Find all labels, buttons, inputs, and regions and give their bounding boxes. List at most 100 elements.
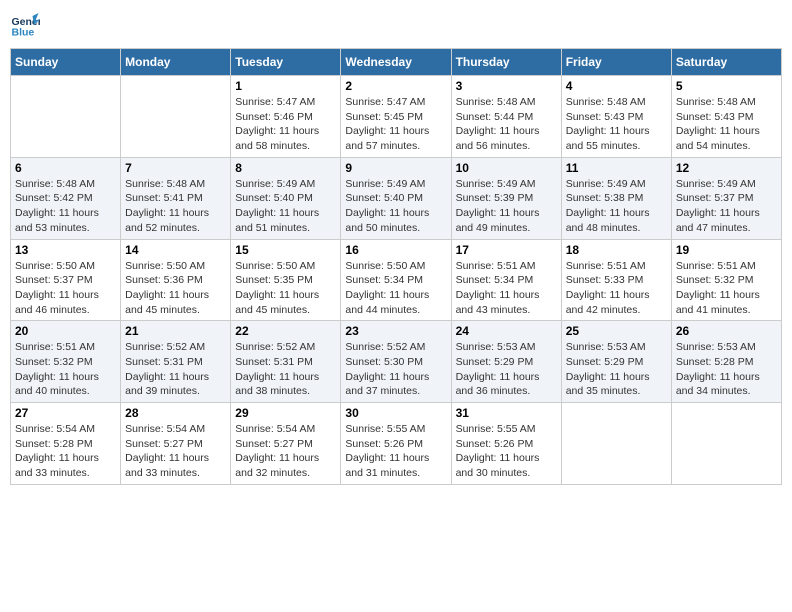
calendar-cell: 14 Sunrise: 5:50 AM Sunset: 5:36 PM Dayli… bbox=[121, 239, 231, 321]
day-info: Sunrise: 5:47 AM Sunset: 5:45 PM Dayligh… bbox=[345, 95, 446, 154]
day-number: 24 bbox=[456, 324, 557, 338]
day-info: Sunrise: 5:50 AM Sunset: 5:37 PM Dayligh… bbox=[15, 259, 116, 318]
weekday-header: Sunday bbox=[11, 49, 121, 76]
calendar-cell: 29 Sunrise: 5:54 AM Sunset: 5:27 PM Dayli… bbox=[231, 403, 341, 485]
day-info: Sunrise: 5:54 AM Sunset: 5:27 PM Dayligh… bbox=[235, 422, 336, 481]
calendar-cell: 16 Sunrise: 5:50 AM Sunset: 5:34 PM Dayli… bbox=[341, 239, 451, 321]
day-info: Sunrise: 5:48 AM Sunset: 5:44 PM Dayligh… bbox=[456, 95, 557, 154]
calendar-cell: 23 Sunrise: 5:52 AM Sunset: 5:30 PM Dayli… bbox=[341, 321, 451, 403]
calendar-week-row: 1Sunrise: 5:47 AM Sunset: 5:46 PM Daylig… bbox=[11, 76, 782, 158]
day-number: 16 bbox=[345, 243, 446, 257]
logo: General Blue bbox=[10, 10, 44, 40]
weekday-header: Monday bbox=[121, 49, 231, 76]
day-info: Sunrise: 5:55 AM Sunset: 5:26 PM Dayligh… bbox=[345, 422, 446, 481]
day-number: 2 bbox=[345, 79, 446, 93]
day-info: Sunrise: 5:54 AM Sunset: 5:28 PM Dayligh… bbox=[15, 422, 116, 481]
day-info: Sunrise: 5:51 AM Sunset: 5:33 PM Dayligh… bbox=[566, 259, 667, 318]
day-number: 7 bbox=[125, 161, 226, 175]
day-info: Sunrise: 5:52 AM Sunset: 5:30 PM Dayligh… bbox=[345, 340, 446, 399]
calendar-cell: 3 Sunrise: 5:48 AM Sunset: 5:44 PM Daylig… bbox=[451, 76, 561, 158]
day-number: 28 bbox=[125, 406, 226, 420]
calendar-cell: 15 Sunrise: 5:50 AM Sunset: 5:35 PM Dayli… bbox=[231, 239, 341, 321]
day-number: 10 bbox=[456, 161, 557, 175]
day-number: 21 bbox=[125, 324, 226, 338]
page-header: General Blue bbox=[10, 10, 782, 40]
day-number: 4 bbox=[566, 79, 667, 93]
logo-icon: General Blue bbox=[10, 10, 40, 40]
calendar-cell: 5 Sunrise: 5:48 AM Sunset: 5:43 PM Daylig… bbox=[671, 76, 781, 158]
day-number: 26 bbox=[676, 324, 777, 338]
day-number: 11 bbox=[566, 161, 667, 175]
calendar-cell: 24 Sunrise: 5:53 AM Sunset: 5:29 PM Dayli… bbox=[451, 321, 561, 403]
day-number: 31 bbox=[456, 406, 557, 420]
calendar-week-row: 20 Sunrise: 5:51 AM Sunset: 5:32 PM Dayli… bbox=[11, 321, 782, 403]
day-number: 6 bbox=[15, 161, 116, 175]
calendar-cell: 18 Sunrise: 5:51 AM Sunset: 5:33 PM Dayli… bbox=[561, 239, 671, 321]
day-info: Sunrise: 5:49 AM Sunset: 5:40 PM Dayligh… bbox=[345, 177, 446, 236]
calendar-cell: 21 Sunrise: 5:52 AM Sunset: 5:31 PM Dayli… bbox=[121, 321, 231, 403]
day-number: 15 bbox=[235, 243, 336, 257]
day-info: Sunrise: 5:50 AM Sunset: 5:34 PM Dayligh… bbox=[345, 259, 446, 318]
day-number: 8 bbox=[235, 161, 336, 175]
day-info: Sunrise: 5:50 AM Sunset: 5:36 PM Dayligh… bbox=[125, 259, 226, 318]
calendar-cell: 31Sunrise: 5:55 AM Sunset: 5:26 PM Dayli… bbox=[451, 403, 561, 485]
calendar-cell bbox=[561, 403, 671, 485]
calendar-cell: 10 Sunrise: 5:49 AM Sunset: 5:39 PM Dayli… bbox=[451, 157, 561, 239]
day-number: 12 bbox=[676, 161, 777, 175]
day-number: 17 bbox=[456, 243, 557, 257]
day-info: Sunrise: 5:52 AM Sunset: 5:31 PM Dayligh… bbox=[125, 340, 226, 399]
calendar-cell: 6 Sunrise: 5:48 AM Sunset: 5:42 PM Daylig… bbox=[11, 157, 121, 239]
day-number: 14 bbox=[125, 243, 226, 257]
day-info: Sunrise: 5:54 AM Sunset: 5:27 PM Dayligh… bbox=[125, 422, 226, 481]
svg-text:Blue: Blue bbox=[12, 27, 35, 39]
day-info: Sunrise: 5:48 AM Sunset: 5:43 PM Dayligh… bbox=[676, 95, 777, 154]
weekday-header: Thursday bbox=[451, 49, 561, 76]
day-number: 23 bbox=[345, 324, 446, 338]
calendar-cell: 2 Sunrise: 5:47 AM Sunset: 5:45 PM Daylig… bbox=[341, 76, 451, 158]
day-info: Sunrise: 5:48 AM Sunset: 5:41 PM Dayligh… bbox=[125, 177, 226, 236]
day-number: 29 bbox=[235, 406, 336, 420]
day-info: Sunrise: 5:49 AM Sunset: 5:39 PM Dayligh… bbox=[456, 177, 557, 236]
day-info: Sunrise: 5:53 AM Sunset: 5:28 PM Dayligh… bbox=[676, 340, 777, 399]
calendar-cell: 4Sunrise: 5:48 AM Sunset: 5:43 PM Daylig… bbox=[561, 76, 671, 158]
calendar-cell: 27 Sunrise: 5:54 AM Sunset: 5:28 PM Dayli… bbox=[11, 403, 121, 485]
day-number: 27 bbox=[15, 406, 116, 420]
calendar-cell: 1Sunrise: 5:47 AM Sunset: 5:46 PM Daylig… bbox=[231, 76, 341, 158]
calendar-cell: 11Sunrise: 5:49 AM Sunset: 5:38 PM Dayli… bbox=[561, 157, 671, 239]
calendar-cell: 12 Sunrise: 5:49 AM Sunset: 5:37 PM Dayli… bbox=[671, 157, 781, 239]
day-info: Sunrise: 5:51 AM Sunset: 5:32 PM Dayligh… bbox=[676, 259, 777, 318]
day-info: Sunrise: 5:53 AM Sunset: 5:29 PM Dayligh… bbox=[566, 340, 667, 399]
weekday-header: Friday bbox=[561, 49, 671, 76]
day-info: Sunrise: 5:51 AM Sunset: 5:34 PM Dayligh… bbox=[456, 259, 557, 318]
calendar-cell bbox=[121, 76, 231, 158]
day-info: Sunrise: 5:53 AM Sunset: 5:29 PM Dayligh… bbox=[456, 340, 557, 399]
day-info: Sunrise: 5:49 AM Sunset: 5:37 PM Dayligh… bbox=[676, 177, 777, 236]
weekday-header: Tuesday bbox=[231, 49, 341, 76]
day-number: 18 bbox=[566, 243, 667, 257]
day-number: 20 bbox=[15, 324, 116, 338]
calendar-cell bbox=[11, 76, 121, 158]
day-info: Sunrise: 5:52 AM Sunset: 5:31 PM Dayligh… bbox=[235, 340, 336, 399]
day-info: Sunrise: 5:49 AM Sunset: 5:40 PM Dayligh… bbox=[235, 177, 336, 236]
calendar-cell: 7 Sunrise: 5:48 AM Sunset: 5:41 PM Daylig… bbox=[121, 157, 231, 239]
calendar-cell: 8 Sunrise: 5:49 AM Sunset: 5:40 PM Daylig… bbox=[231, 157, 341, 239]
calendar-cell: 25 Sunrise: 5:53 AM Sunset: 5:29 PM Dayli… bbox=[561, 321, 671, 403]
calendar-cell bbox=[671, 403, 781, 485]
calendar-table: SundayMondayTuesdayWednesdayThursdayFrid… bbox=[10, 48, 782, 485]
day-number: 19 bbox=[676, 243, 777, 257]
calendar-cell: 17 Sunrise: 5:51 AM Sunset: 5:34 PM Dayli… bbox=[451, 239, 561, 321]
day-info: Sunrise: 5:50 AM Sunset: 5:35 PM Dayligh… bbox=[235, 259, 336, 318]
day-number: 5 bbox=[676, 79, 777, 93]
calendar-cell: 28 Sunrise: 5:54 AM Sunset: 5:27 PM Dayli… bbox=[121, 403, 231, 485]
weekday-header: Wednesday bbox=[341, 49, 451, 76]
calendar-cell: 22Sunrise: 5:52 AM Sunset: 5:31 PM Dayli… bbox=[231, 321, 341, 403]
calendar-week-row: 6 Sunrise: 5:48 AM Sunset: 5:42 PM Daylig… bbox=[11, 157, 782, 239]
calendar-cell: 30 Sunrise: 5:55 AM Sunset: 5:26 PM Dayli… bbox=[341, 403, 451, 485]
calendar-week-row: 13Sunrise: 5:50 AM Sunset: 5:37 PM Dayli… bbox=[11, 239, 782, 321]
day-info: Sunrise: 5:48 AM Sunset: 5:42 PM Dayligh… bbox=[15, 177, 116, 236]
day-number: 25 bbox=[566, 324, 667, 338]
day-number: 30 bbox=[345, 406, 446, 420]
weekday-header: Saturday bbox=[671, 49, 781, 76]
day-info: Sunrise: 5:51 AM Sunset: 5:32 PM Dayligh… bbox=[15, 340, 116, 399]
day-number: 3 bbox=[456, 79, 557, 93]
